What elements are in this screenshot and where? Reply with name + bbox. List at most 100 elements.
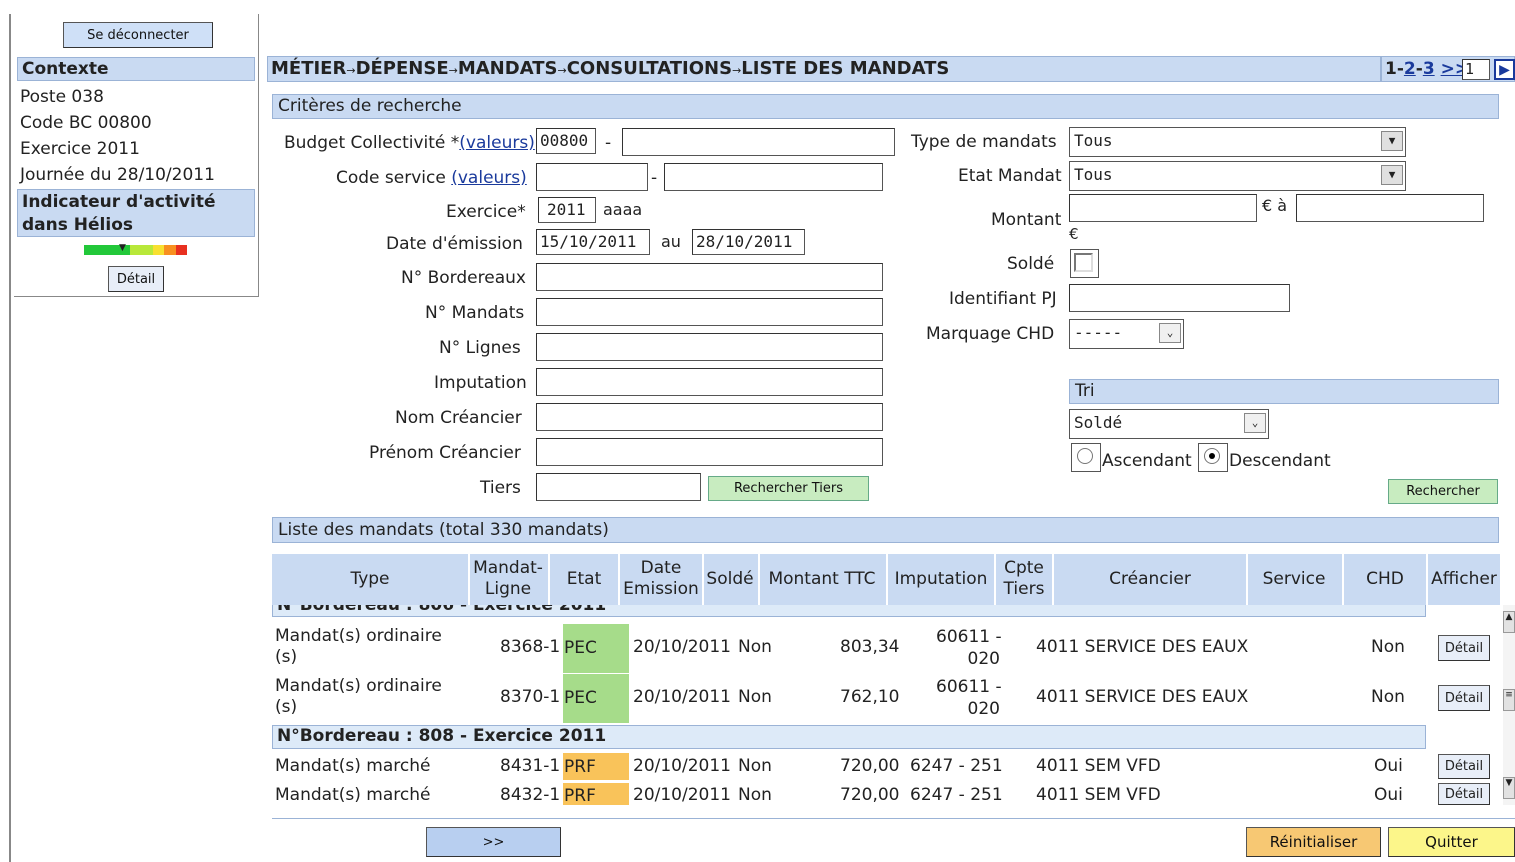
- group-header-808: N°Bordereau : 808 - Exercice 2011: [272, 725, 1426, 749]
- row4-type: Mandat(s) marché: [275, 785, 431, 805]
- ascendant-radio-frame[interactable]: [1071, 443, 1101, 472]
- row3-detail-button[interactable]: Détail: [1438, 754, 1490, 779]
- etat-mandat-select[interactable]: Tous ▼: [1069, 161, 1406, 191]
- breadcrumb-separator: →: [557, 64, 567, 77]
- breadcrumb: MÉTIER→DÉPENSE→MANDATS→CONSULTATIONS→LIS…: [267, 56, 1381, 82]
- descendant-radio-frame[interactable]: [1198, 443, 1228, 472]
- row3-chd: Oui: [1374, 756, 1403, 776]
- chevron-down-icon[interactable]: ⌄: [1159, 323, 1181, 343]
- row1-detail-button[interactable]: Détail: [1438, 635, 1490, 661]
- solde-checkbox[interactable]: [1074, 253, 1093, 272]
- row4-detail-button[interactable]: Détail: [1438, 783, 1490, 805]
- bordereaux-input[interactable]: [536, 263, 883, 291]
- lignes-input[interactable]: [536, 333, 883, 361]
- montant-min-input[interactable]: [1069, 194, 1257, 222]
- row3-creancier: 4011 SEM VFD: [1036, 756, 1161, 776]
- tiers-input[interactable]: [536, 473, 701, 501]
- budget-label: Budget Collectivité *(valeurs): [284, 133, 535, 153]
- left-border: [9, 14, 11, 862]
- montant-max-input[interactable]: [1296, 194, 1484, 222]
- col-header-imputation: Imputation: [894, 569, 988, 589]
- row3-imputation: 6247 - 251: [910, 756, 1003, 776]
- sidebar-bottom-border: [14, 296, 259, 297]
- row4-etat: PRF: [564, 786, 596, 805]
- list-scroll-area[interactable]: N°Bordereau : 806 - Exercice 2011 Mandat…: [272, 605, 1502, 805]
- chevron-down-icon[interactable]: ▼: [1381, 131, 1403, 151]
- rechercher-button[interactable]: Rechercher: [1388, 479, 1498, 504]
- breadcrumb-separator: →: [346, 64, 356, 77]
- sidebar-detail-button[interactable]: Détail: [108, 266, 164, 292]
- code-service-label-field[interactable]: [664, 163, 883, 191]
- logout-button[interactable]: Se déconnecter: [63, 22, 213, 48]
- breadcrumb-item-mandats: MANDATS: [457, 58, 558, 79]
- marquage-chd-select[interactable]: ----- ⌄: [1069, 319, 1184, 349]
- ascendant-label: Ascendant: [1102, 451, 1192, 471]
- identifiant-pj-label: Identifiant PJ: [949, 289, 1057, 309]
- tri-select[interactable]: Soldé ⌄: [1069, 409, 1269, 439]
- row2-imputation: 60611 -020: [936, 677, 1002, 719]
- mandats-input[interactable]: [536, 298, 883, 326]
- pager-page-input[interactable]: 1: [1462, 59, 1490, 80]
- chevron-down-icon[interactable]: ⌄: [1244, 413, 1266, 433]
- pager-page-3[interactable]: 3: [1423, 59, 1435, 79]
- type-mandats-select[interactable]: Tous ▼: [1069, 127, 1406, 157]
- chevron-down-icon[interactable]: ▼: [1381, 165, 1403, 185]
- row1-creancier: 4011 SERVICE DES EAUX: [1036, 637, 1249, 657]
- montant-euro-a: € à: [1262, 196, 1288, 215]
- row1-date: 20/10/2011: [633, 637, 731, 657]
- imputation-input[interactable]: [536, 368, 883, 396]
- descendant-radio[interactable]: [1204, 448, 1220, 464]
- exercice-text: Exercice 2011: [20, 139, 140, 159]
- code-bc-text: Code BC 00800: [20, 113, 152, 133]
- imputation-label: Imputation: [434, 373, 527, 393]
- row4-montant: 720,00: [840, 785, 900, 805]
- row2-type: Mandat(s) ordinaire (s): [275, 676, 442, 717]
- row4-imputation: 6247 - 251: [910, 785, 1003, 805]
- date-to-input[interactable]: 28/10/2011: [692, 229, 805, 255]
- row4-chd: Oui: [1374, 785, 1403, 805]
- exercice-input[interactable]: 2011: [538, 197, 596, 223]
- prenom-creancier-input[interactable]: [536, 438, 883, 466]
- row2-etat: PEC: [564, 688, 597, 708]
- code-service-input[interactable]: [536, 163, 648, 191]
- list-scrollbar[interactable]: ▲ ≡ ▼: [1503, 605, 1515, 805]
- row2-detail-button[interactable]: Détail: [1438, 685, 1490, 711]
- budget-valeurs-link[interactable]: (valeurs): [459, 133, 535, 153]
- ascendant-radio[interactable]: [1077, 448, 1093, 464]
- nom-creancier-input[interactable]: [536, 403, 883, 431]
- solde-label: Soldé: [1007, 254, 1055, 274]
- col-header-chd: CHD: [1366, 569, 1404, 589]
- footer-next-button[interactable]: >>: [426, 827, 561, 857]
- footer-divider: [272, 818, 1515, 819]
- solde-checkbox-frame[interactable]: [1070, 249, 1099, 278]
- breadcrumb-separator: →: [732, 64, 742, 77]
- etat-mandat-value: Tous: [1074, 165, 1113, 184]
- scroll-thumb[interactable]: ≡: [1503, 689, 1515, 711]
- date-au-label: au: [661, 232, 681, 251]
- col-header-creancier: Créancier: [1109, 569, 1191, 589]
- pager-go-icon[interactable]: ▶: [1494, 59, 1515, 80]
- quitter-button[interactable]: Quitter: [1388, 827, 1515, 857]
- date-from-input[interactable]: 15/10/2011: [536, 229, 650, 255]
- row3-type: Mandat(s) marché: [275, 756, 431, 776]
- col-header-cpte-tiers: Cpte Tiers: [1003, 558, 1045, 599]
- row1-etat: PEC: [564, 638, 597, 658]
- code-service-valeurs-link[interactable]: (valeurs): [451, 168, 527, 188]
- bordereaux-label: N° Bordereaux: [401, 268, 526, 288]
- scroll-up-icon[interactable]: ▲: [1503, 611, 1515, 633]
- budget-input[interactable]: 00800: [536, 128, 596, 154]
- identifiant-pj-input[interactable]: [1069, 284, 1290, 312]
- tri-value: Soldé: [1074, 413, 1123, 432]
- row1-type: Mandat(s) ordinaire (s): [275, 626, 442, 667]
- budget-label-field[interactable]: [622, 128, 895, 156]
- reinitialiser-button[interactable]: Réinitialiser: [1246, 827, 1381, 857]
- context-title: Contexte: [17, 57, 255, 81]
- rechercher-tiers-button[interactable]: Rechercher Tiers: [708, 476, 869, 501]
- pager-page-1[interactable]: 1: [1385, 59, 1397, 79]
- marquage-chd-label: Marquage CHD: [926, 324, 1055, 344]
- code-service-dash: -: [651, 168, 658, 188]
- pager-page-2[interactable]: 2: [1404, 59, 1416, 79]
- scroll-down-icon[interactable]: ▼: [1503, 777, 1515, 799]
- row1-solde: Non: [738, 637, 772, 657]
- row2-solde: Non: [738, 687, 772, 707]
